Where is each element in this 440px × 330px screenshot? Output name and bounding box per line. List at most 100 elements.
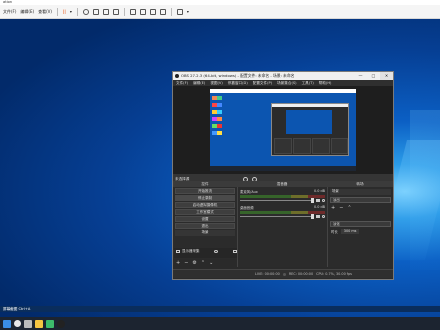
- obs-titlebar[interactable]: OBS 27.2.3 (64-bit, windows) - 配置文件: 未命名…: [173, 72, 393, 80]
- toolbar-divider: [76, 7, 78, 16]
- toolbar-divider: [170, 7, 172, 16]
- studio-mode-button[interactable]: 工作室模式: [175, 209, 235, 215]
- menu-edit[interactable]: 编辑(E): [19, 8, 35, 16]
- minimize-button[interactable]: —: [354, 72, 367, 80]
- rec-status: REC: 00:00:00: [288, 272, 314, 276]
- desktop-icon: [217, 103, 222, 107]
- captured-obs-titlebar: [272, 104, 348, 107]
- add-icon[interactable]: +: [331, 205, 335, 211]
- start-streaming-button[interactable]: 开始推流: [175, 188, 235, 194]
- captured-toolbar: [210, 89, 356, 93]
- channel-name: 桌面音频: [240, 206, 254, 210]
- zoom-button[interactable]: [82, 8, 90, 16]
- gear-icon[interactable]: ⚙: [192, 260, 196, 266]
- volume-slider[interactable]: [240, 214, 314, 219]
- window-button[interactable]: [112, 8, 120, 16]
- gear-icon[interactable]: [322, 215, 325, 218]
- region-button[interactable]: [102, 8, 110, 16]
- captured-obs-dock: [293, 138, 311, 154]
- gear-icon[interactable]: [322, 199, 325, 202]
- audio-mixer: 麦克风/Aux 0.0 dB 桌面音频 0.0 dB: [237, 187, 327, 267]
- taskbar: [0, 317, 440, 330]
- channel-db: 0.0 dB: [314, 189, 325, 193]
- chevron-down-icon: ▾: [69, 9, 72, 14]
- volume-slider[interactable]: [240, 198, 314, 203]
- captured-obs-preview: [286, 110, 332, 134]
- desktop-icon: [217, 117, 222, 121]
- slider-handle[interactable]: [311, 198, 314, 203]
- speaker-icon[interactable]: [316, 199, 320, 202]
- outer-status-text: 屏幕截图 Ctrl+A: [3, 307, 31, 311]
- pause-button[interactable]: ||: [62, 8, 67, 16]
- duration-input[interactable]: 300 ms: [340, 229, 360, 234]
- preview-area[interactable]: [173, 86, 393, 174]
- obs-taskbar-icon[interactable]: [57, 319, 65, 328]
- cpu-status: CPU: 0.7%, 30.00 fps: [316, 272, 352, 276]
- obs-logo-icon: [175, 74, 179, 78]
- transition-toolbar: + − ⌃: [328, 205, 393, 211]
- record-button[interactable]: [159, 8, 167, 16]
- captured-desktop-icons: [212, 95, 226, 157]
- browser-icon[interactable]: [46, 319, 54, 328]
- explorer-icon[interactable]: [35, 319, 43, 328]
- captured-obs-dock: [312, 138, 330, 154]
- add-icon[interactable]: +: [176, 260, 180, 266]
- chevron-up-icon[interactable]: ⌃: [347, 205, 351, 211]
- more-button[interactable]: ▾: [186, 8, 190, 16]
- toolbar-divider: [123, 7, 125, 16]
- source-row[interactable]: 显示器采集: [174, 248, 237, 255]
- live-status: LIVE: 00:00:00: [255, 272, 280, 276]
- menu-view[interactable]: 查看(V): [37, 8, 53, 16]
- eye-icon[interactable]: [214, 250, 219, 253]
- start-icon[interactable]: [3, 319, 11, 328]
- transition-header: 场景: [330, 189, 391, 195]
- outer-window-title: ation: [3, 0, 13, 4]
- captured-obs-dock: [274, 138, 292, 154]
- monitor-icon: [176, 250, 180, 253]
- settings-button[interactable]: 设置: [175, 216, 235, 222]
- crop-icon: [149, 8, 156, 15]
- outer-toolbar: 文件(F) 编辑(E) 查看(V) || ▾ ▾: [0, 5, 440, 19]
- desktop-icon: [217, 131, 222, 135]
- remove-icon[interactable]: −: [184, 260, 188, 266]
- speaker-icon[interactable]: [316, 215, 320, 218]
- layout-button[interactable]: [129, 8, 137, 16]
- virtual-camera-button[interactable]: 启动虚拟摄像机: [175, 202, 235, 208]
- rec-indicator-icon: [282, 273, 286, 276]
- desktop-icon: [217, 96, 222, 100]
- capture-button[interactable]: [92, 8, 100, 16]
- grid-button[interactable]: [139, 8, 147, 16]
- menu-file[interactable]: 文件(F): [2, 8, 17, 16]
- outer-status-bar: 屏幕截图 Ctrl+A: [0, 306, 440, 312]
- sources-list: 显示器采集: [174, 248, 237, 258]
- channel-name: 麦克风/Aux: [240, 190, 258, 194]
- dropdown-button[interactable]: ▾: [69, 8, 73, 16]
- crop-button[interactable]: [149, 8, 157, 16]
- taskview-icon[interactable]: [24, 319, 32, 328]
- remove-icon[interactable]: −: [339, 205, 343, 211]
- exit-button[interactable]: 退出: [175, 223, 235, 229]
- region-icon: [102, 8, 109, 15]
- wallpaper-light-beam: [410, 110, 440, 270]
- desktop-icon: [217, 110, 222, 114]
- source-name: 显示器采集: [182, 249, 200, 253]
- captured-screen: [210, 89, 356, 171]
- slider-handle[interactable]: [311, 214, 314, 219]
- maximize-button[interactable]: □: [367, 72, 380, 80]
- search-icon[interactable]: [14, 320, 21, 327]
- captured-obs-window: [271, 103, 349, 156]
- close-button[interactable]: ✕: [380, 72, 393, 80]
- desktop-icon: [217, 124, 222, 128]
- chevron-down-icon[interactable]: ⌄: [209, 260, 213, 266]
- obs-title-text: OBS 27.2.3 (64-bit, windows) - 配置文件: 未命名…: [181, 73, 295, 78]
- capture-icon: [92, 8, 99, 15]
- transition-type-select[interactable]: 淡化: [330, 221, 391, 227]
- window-icon: [112, 8, 119, 15]
- settings-button[interactable]: [176, 8, 184, 16]
- chevron-up-icon[interactable]: ⌃: [201, 260, 205, 266]
- window-controls: — □ ✕: [354, 72, 393, 80]
- toolbar-divider: [56, 7, 58, 16]
- transition-select[interactable]: 淡出: [330, 197, 391, 203]
- pause-icon: ||: [62, 9, 66, 14]
- stop-recording-button[interactable]: 停止录制: [175, 195, 235, 201]
